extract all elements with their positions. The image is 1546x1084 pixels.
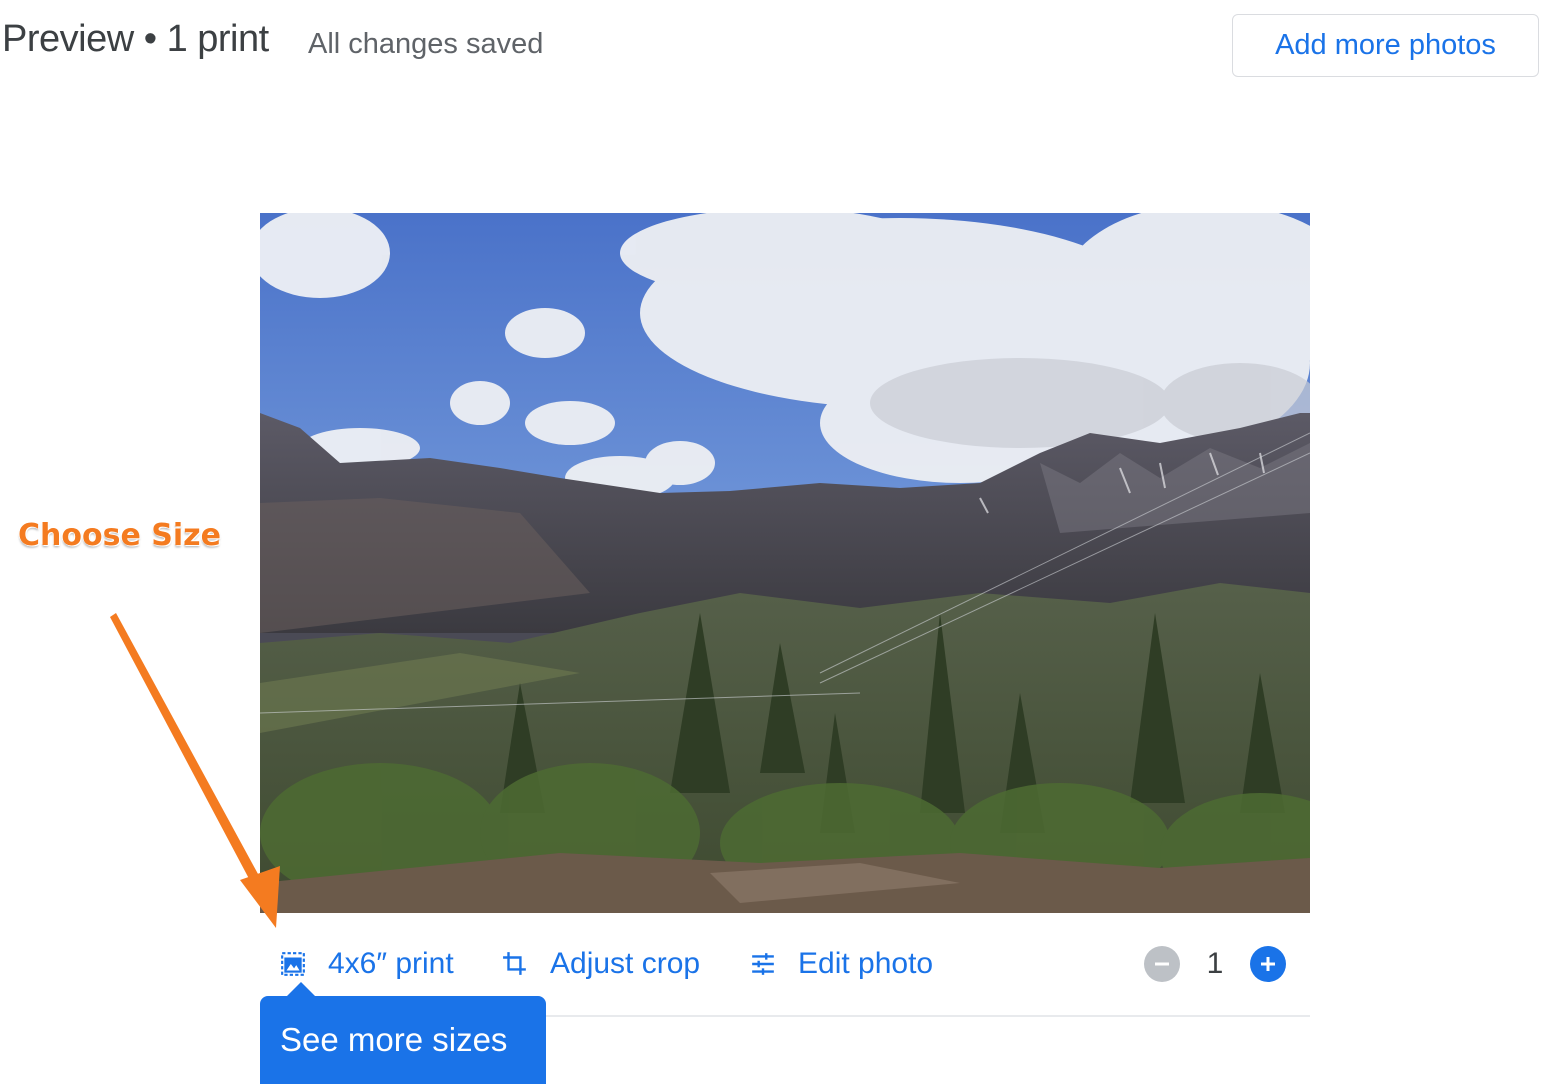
see-more-sizes-tooltip[interactable]: See more sizes — [260, 996, 546, 1084]
edit-photo-button[interactable]: Edit photo — [750, 930, 933, 998]
adjust-crop-label: Adjust crop — [550, 947, 701, 980]
quantity-value: 1 — [1206, 947, 1224, 980]
edit-photo-label: Edit photo — [798, 947, 934, 980]
photo-size-icon — [281, 952, 305, 976]
minus-circle-icon — [1155, 962, 1169, 966]
arrow-shaft — [110, 613, 264, 890]
adjust-crop-button[interactable]: Adjust crop — [502, 930, 700, 998]
print-preview-photo — [260, 213, 1310, 913]
choose-size-annotation: Choose Size — [18, 518, 221, 553]
crop-icon — [503, 952, 526, 975]
add-more-photos-button[interactable]: Add more photos — [1232, 14, 1539, 77]
tooltip-pointer — [286, 982, 316, 997]
print-toolbar: 4x6″ print Adjust crop Edit photo 1 — [260, 930, 1310, 1000]
plus-circle-icon — [1261, 957, 1275, 971]
tune-icon — [752, 953, 774, 975]
page-title: Preview • 1 print — [2, 18, 269, 60]
decrease-quantity-button[interactable] — [1144, 946, 1180, 982]
quantity-stepper: 1 — [1144, 944, 1286, 984]
save-status: All changes saved — [308, 28, 544, 60]
print-size-label: 4x6″ print — [328, 947, 454, 980]
landscape-photo — [260, 213, 1310, 913]
increase-quantity-button[interactable] — [1250, 946, 1286, 982]
